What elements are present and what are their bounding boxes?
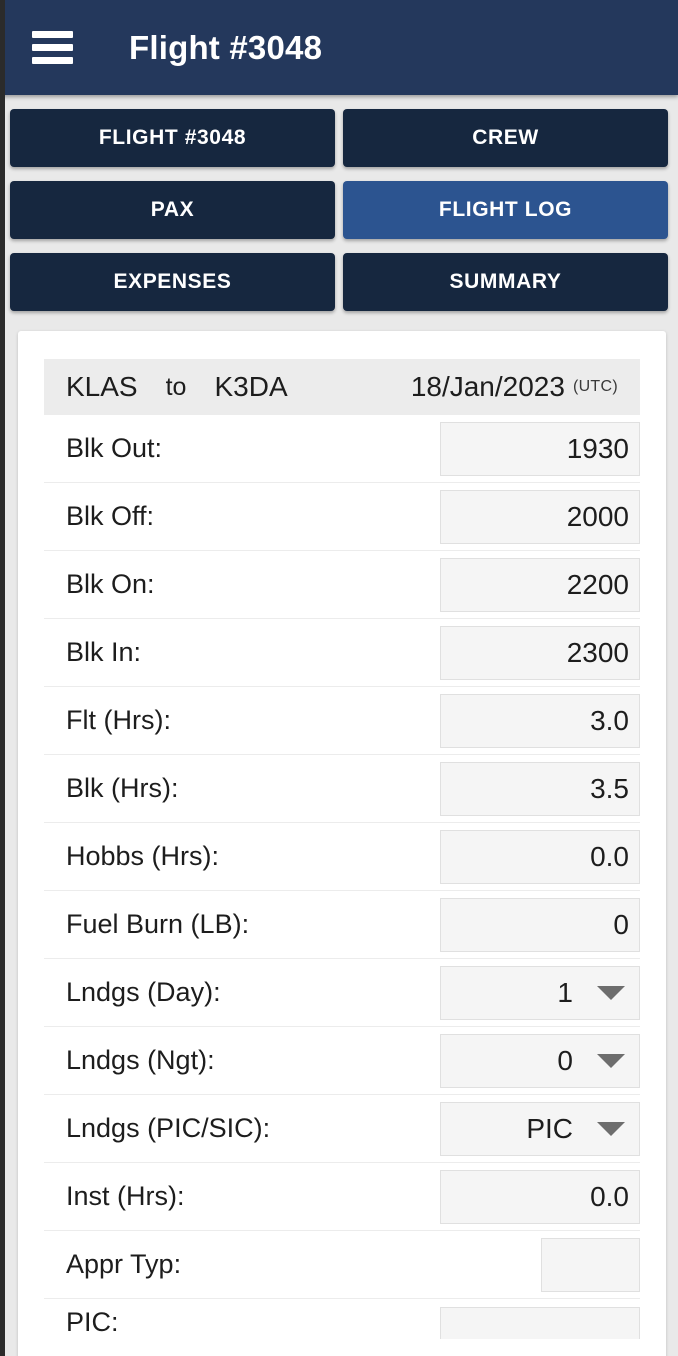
route-header: KLAS to K3DA 18/Jan/2023 (UTC) (44, 359, 640, 415)
value-blk-out: 1930 (566, 432, 629, 464)
row-lndgs-ngt: Lndgs (Ngt): 0 (44, 1027, 640, 1095)
screen-edge-strip (0, 0, 5, 1356)
row-hobbs-hrs: Hobbs (Hrs): 0.0 (44, 823, 640, 891)
hamburger-menu-icon[interactable] (32, 31, 73, 64)
row-fuel-burn: Fuel Burn (LB): 0 (44, 891, 640, 959)
value-hobbs-hrs: 0.0 (590, 840, 629, 872)
label-blk-on: Blk On: (66, 569, 155, 599)
value-blk-off: 2000 (566, 500, 629, 532)
tab-pax[interactable]: PAX (10, 181, 335, 239)
tab-grid: FLIGHT #3048 CREW PAX FLIGHT LOG EXPENSE… (0, 95, 678, 321)
input-blk-out[interactable]: 1930 (440, 421, 640, 476)
tab-expenses[interactable]: EXPENSES (10, 253, 335, 311)
label-lndgs-day: Lndgs (Day): (66, 977, 221, 1007)
label-blk-hrs: Blk (Hrs): (66, 773, 179, 803)
page-title: Flight #3048 (129, 28, 323, 66)
row-flt-hrs: Flt (Hrs): 3.0 (44, 687, 640, 755)
chevron-down-icon (597, 1053, 625, 1068)
value-blk-in: 2300 (566, 636, 629, 668)
value-lndgs-ngt: 0 (557, 1044, 573, 1076)
flight-date: 18/Jan/2023 (410, 371, 565, 402)
tab-summary[interactable]: SUMMARY (343, 253, 668, 311)
label-blk-out: Blk Out: (66, 433, 163, 463)
tab-crew[interactable]: CREW (343, 109, 668, 167)
value-blk-on: 2200 (566, 568, 629, 600)
label-lndgs-pic-sic: Lndgs (PIC/SIC): (66, 1113, 271, 1143)
input-blk-on[interactable]: 2200 (440, 557, 640, 612)
input-pic[interactable] (440, 1307, 640, 1339)
hamburger-bar-3 (32, 57, 73, 64)
label-lndgs-ngt: Lndgs (Ngt): (66, 1045, 215, 1075)
label-flt-hrs: Flt (Hrs): (66, 705, 171, 735)
label-pic: PIC: (66, 1307, 119, 1337)
row-lndgs-pic-sic: Lndgs (PIC/SIC): PIC (44, 1095, 640, 1163)
app-bar: Flight #3048 (0, 0, 678, 95)
input-fuel-burn[interactable]: 0 (440, 897, 640, 952)
input-appr-typ[interactable] (541, 1237, 640, 1292)
row-blk-out: Blk Out: 1930 (44, 415, 640, 483)
flight-log-form: KLAS to K3DA 18/Jan/2023 (UTC) Blk Out: … (44, 359, 640, 1339)
label-hobbs-hrs: Hobbs (Hrs): (66, 841, 220, 871)
row-appr-typ: Appr Typ: (44, 1231, 640, 1299)
hamburger-bar-2 (32, 44, 73, 51)
route-destination: K3DA (214, 371, 288, 402)
select-lndgs-pic-sic[interactable]: PIC (440, 1101, 640, 1156)
value-lndgs-pic-sic: PIC (526, 1112, 573, 1144)
value-blk-hrs: 3.5 (590, 772, 629, 804)
row-blk-in: Blk In: 2300 (44, 619, 640, 687)
label-blk-off: Blk Off: (66, 501, 155, 531)
select-lndgs-day[interactable]: 1 (440, 965, 640, 1020)
input-blk-in[interactable]: 2300 (440, 625, 640, 680)
select-lndgs-ngt[interactable]: 0 (440, 1033, 640, 1088)
value-inst-hrs: 0.0 (590, 1180, 629, 1212)
tab-flight-log[interactable]: FLIGHT LOG (343, 181, 668, 239)
input-blk-off[interactable]: 2000 (440, 489, 640, 544)
route-connector: to (165, 372, 187, 401)
chevron-down-icon (597, 985, 625, 1000)
flight-log-card: KLAS to K3DA 18/Jan/2023 (UTC) Blk Out: … (18, 331, 666, 1356)
label-blk-in: Blk In: (66, 637, 142, 667)
hamburger-bar-1 (32, 31, 73, 38)
row-pic: PIC: (44, 1299, 640, 1339)
label-appr-typ: Appr Typ: (66, 1249, 182, 1279)
row-blk-on: Blk On: 2200 (44, 551, 640, 619)
value-lndgs-day: 1 (557, 976, 573, 1008)
value-fuel-burn: 0 (613, 908, 629, 940)
label-inst-hrs: Inst (Hrs): (66, 1181, 185, 1211)
timezone-label: (UTC) (572, 378, 618, 395)
row-inst-hrs: Inst (Hrs): 0.0 (44, 1163, 640, 1231)
row-blk-hrs: Blk (Hrs): 3.5 (44, 755, 640, 823)
route-origin: KLAS (66, 371, 138, 402)
value-flt-hrs: 3.0 (590, 704, 629, 736)
input-flt-hrs[interactable]: 3.0 (440, 693, 640, 748)
row-lndgs-day: Lndgs (Day): 1 (44, 959, 640, 1027)
chevron-down-icon (597, 1121, 625, 1136)
row-blk-off: Blk Off: 2000 (44, 483, 640, 551)
label-fuel-burn: Fuel Burn (LB): (66, 909, 250, 939)
input-blk-hrs[interactable]: 3.5 (440, 761, 640, 816)
tab-flight-number[interactable]: FLIGHT #3048 (10, 109, 335, 167)
input-inst-hrs[interactable]: 0.0 (440, 1169, 640, 1224)
input-hobbs-hrs[interactable]: 0.0 (440, 829, 640, 884)
